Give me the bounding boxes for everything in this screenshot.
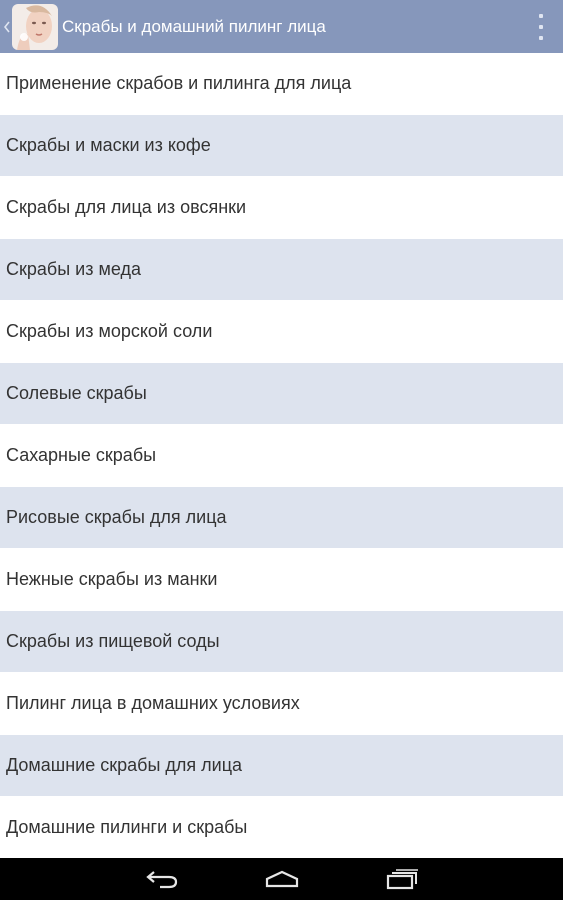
recents-icon[interactable] <box>372 858 432 900</box>
list-item[interactable]: Сахарные скрабы <box>0 425 563 487</box>
page-title: Скрабы и домашний пилинг лица <box>62 16 326 36</box>
list-item[interactable]: Домашние пилинги и скрабы <box>0 797 563 859</box>
action-bar: Скрабы и домашний пилинг лица <box>0 0 563 53</box>
back-caret-icon[interactable] <box>2 0 12 53</box>
list-item[interactable]: Применение скрабов и пилинга для лица <box>0 53 563 115</box>
list-item[interactable]: Рисовые скрабы для лица <box>0 487 563 549</box>
list-item[interactable]: Скрабы из морской соли <box>0 301 563 363</box>
home-icon[interactable] <box>252 858 312 900</box>
list-item[interactable]: Нежные скрабы из манки <box>0 549 563 611</box>
overflow-menu-icon[interactable] <box>535 14 547 40</box>
list-item[interactable]: Солевые скрабы <box>0 363 563 425</box>
app-logo-icon[interactable] <box>12 3 58 50</box>
system-nav-bar <box>0 858 563 900</box>
topic-list: Применение скрабов и пилинга для лица Ск… <box>0 53 563 859</box>
list-item[interactable]: Пилинг лица в домашних условиях <box>0 673 563 735</box>
list-item[interactable]: Скрабы и маски из кофе <box>0 115 563 177</box>
back-icon[interactable] <box>132 858 192 900</box>
list-item[interactable]: Скрабы из пищевой соды <box>0 611 563 673</box>
list-item[interactable]: Скрабы из меда <box>0 239 563 301</box>
list-item[interactable]: Скрабы для лица из овсянки <box>0 177 563 239</box>
list-item[interactable]: Домашние скрабы для лица <box>0 735 563 797</box>
